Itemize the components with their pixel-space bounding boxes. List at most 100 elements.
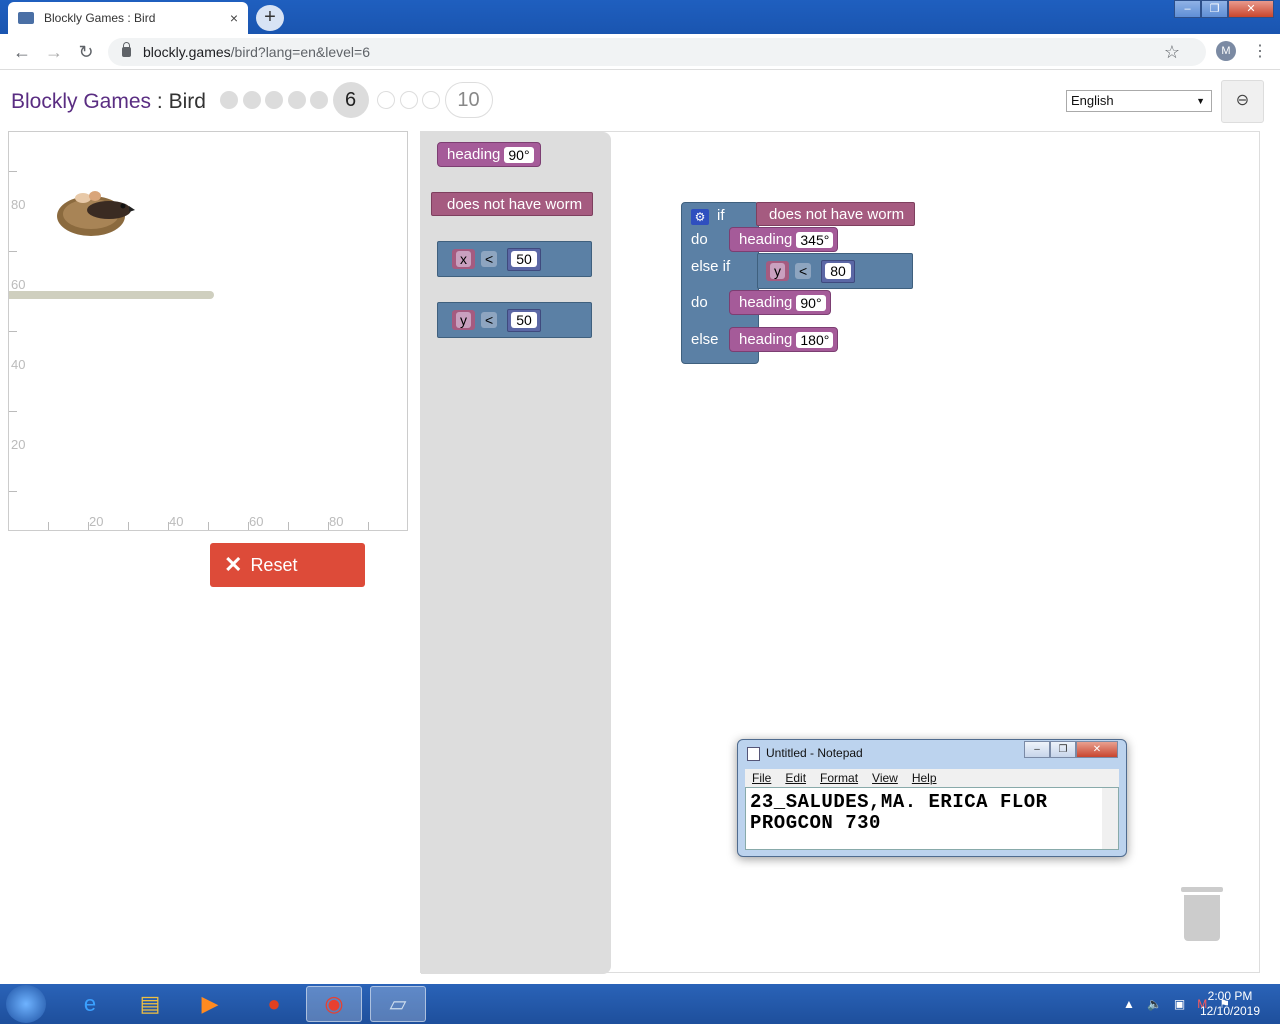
heading-block[interactable]: heading 345° (729, 227, 839, 252)
level-dot-1[interactable] (220, 91, 238, 109)
heading-block[interactable]: heading 180° (729, 327, 839, 352)
heading-angle-field[interactable]: 90° (504, 146, 534, 163)
maximize-button[interactable]: ❐ (1050, 741, 1076, 758)
y-variable-dropdown[interactable]: y (456, 312, 471, 328)
heading-label: heading (739, 231, 793, 248)
menu-edit[interactable]: Edit (785, 771, 806, 785)
minimize-button[interactable]: – (1174, 0, 1201, 18)
y-tick-mark (9, 331, 17, 332)
internet-explorer-icon[interactable]: e (62, 986, 118, 1022)
page-title: Blockly Games : Bird (11, 90, 206, 114)
elseif-label: else if (691, 258, 731, 275)
level-dot-7[interactable] (377, 91, 395, 109)
reset-button[interactable]: ✕ Reset (210, 543, 365, 587)
game-app-icon[interactable]: ● (246, 986, 302, 1022)
heading-angle-field[interactable]: 90° (796, 294, 826, 311)
url-path: /bird?lang=en&level=6 (230, 44, 371, 60)
language-select[interactable]: English ▼ (1066, 90, 1212, 112)
new-tab-button[interactable]: + (256, 5, 284, 31)
level-dot-3[interactable] (265, 91, 283, 109)
heading-block[interactable]: heading 90° (729, 290, 831, 315)
address-bar[interactable]: blockly.games/bird?lang=en&level=6 ☆ (108, 38, 1206, 66)
close-icon[interactable]: × (230, 10, 238, 26)
notepad-taskbar-icon[interactable]: ▱ (370, 986, 426, 1022)
menu-view[interactable]: View (872, 771, 898, 785)
flyout-heading-block[interactable]: heading 90° (437, 142, 541, 167)
x-tick-label: 40 (169, 514, 184, 529)
block-toolbox-flyout: heading 90° does not have worm x < 50 y … (421, 132, 611, 974)
close-button[interactable]: ✕ (1076, 741, 1118, 758)
heading-angle-field[interactable]: 345° (796, 231, 834, 248)
level-current[interactable]: 6 (332, 82, 369, 118)
chrome-icon[interactable]: ◉ (306, 986, 362, 1022)
profile-avatar[interactable]: M (1216, 41, 1236, 61)
y-tick-mark (9, 411, 17, 412)
notepad-title: Untitled - Notepad (766, 746, 863, 760)
maximize-button[interactable]: ❐ (1201, 0, 1228, 18)
file-explorer-icon[interactable]: ▤ (122, 986, 178, 1022)
level-dot-8[interactable] (399, 91, 418, 109)
bird-nest-icon (57, 191, 135, 236)
x-tick-label: 60 (249, 514, 264, 529)
compare-operator-dropdown[interactable]: < (481, 251, 498, 267)
window-close-button[interactable]: ✕ (1228, 0, 1274, 18)
reload-icon[interactable]: ↻ (74, 40, 98, 64)
heading-label: heading (739, 331, 793, 348)
compare-operator-dropdown[interactable]: < (481, 312, 498, 328)
vertical-scrollbar[interactable] (1102, 788, 1118, 849)
no-worm-label: does not have worm (769, 205, 905, 223)
level-dot-9[interactable] (422, 91, 440, 109)
dropdown-arrow-icon: ▼ (1196, 96, 1205, 106)
notepad-window-controls: – ❐ ✕ (1024, 741, 1118, 758)
menu-format[interactable]: Format (820, 771, 858, 785)
start-button[interactable] (6, 985, 46, 1023)
media-player-icon[interactable]: ▶ (182, 986, 238, 1022)
flyout-compare-x-block[interactable]: x < 50 (437, 241, 592, 277)
y-tick-mark (9, 171, 17, 172)
level-last[interactable]: 10 (444, 82, 493, 118)
x-tick-mark (88, 522, 89, 530)
flyout-no-worm-block[interactable]: does not have worm (431, 192, 594, 216)
x-tick-label: 80 (329, 514, 344, 529)
volume-icon[interactable]: 🔈 (1147, 997, 1162, 1011)
gear-icon[interactable]: ⚙ (691, 209, 709, 225)
y-tick-label: 60 (11, 277, 26, 292)
window-controls: – ❐ ✕ (1174, 0, 1274, 18)
x-variable-dropdown[interactable]: x (456, 251, 471, 267)
menu-help[interactable]: Help (912, 771, 937, 785)
y-tick-label: 40 (11, 357, 26, 372)
level-dot-5[interactable] (310, 91, 328, 109)
y-variable-dropdown[interactable]: y (770, 263, 785, 279)
notepad-text-area[interactable]: 23_SALUDES,MA. ERICA FLOR PROGCON 730 (745, 787, 1119, 850)
back-arrow-icon[interactable]: ← (10, 40, 34, 64)
heading-label: heading (739, 294, 793, 311)
show-hidden-icons-icon[interactable]: ▲ (1123, 997, 1135, 1011)
browser-menu-icon[interactable]: ⋮ (1252, 40, 1268, 64)
notepad-icon (747, 747, 760, 761)
network-icon[interactable]: ▣ (1174, 997, 1185, 1011)
number-field[interactable]: 50 (511, 250, 537, 267)
level-dot-4[interactable] (287, 91, 306, 109)
language-value: English (1071, 93, 1114, 108)
flyout-compare-y-block[interactable]: y < 50 (437, 302, 592, 338)
system-clock[interactable]: 2:00 PM 12/10/2019 (1196, 989, 1264, 1019)
minimize-button[interactable]: – (1024, 741, 1050, 758)
number-field[interactable]: 50 (511, 311, 537, 328)
trash-icon[interactable] (1181, 887, 1223, 941)
condition-no-worm-block[interactable]: does not have worm (756, 202, 916, 226)
browser-tab[interactable]: Blockly Games : Bird × (8, 2, 248, 34)
menu-file[interactable]: File (752, 771, 771, 785)
else-label: else (691, 331, 719, 348)
lock-icon (122, 42, 131, 57)
compare-operator-dropdown[interactable]: < (795, 263, 812, 279)
level-dot-2[interactable] (242, 91, 261, 109)
notepad-window[interactable]: Untitled - Notepad – ❐ ✕ File Edit Forma… (737, 739, 1127, 857)
compare-y-block[interactable]: y < 80 (757, 253, 913, 289)
brand-link[interactable]: Blockly Games (11, 90, 151, 113)
number-field[interactable]: 80 (825, 262, 851, 279)
link-button[interactable]: ⊖ (1221, 80, 1264, 123)
bookmark-star-icon[interactable]: ☆ (1164, 38, 1180, 66)
forward-arrow-icon[interactable]: → (42, 40, 66, 64)
heading-angle-field[interactable]: 180° (796, 331, 834, 348)
game-header: Blockly Games : Bird 6 10 English ▼ ⊖ (0, 80, 1280, 124)
